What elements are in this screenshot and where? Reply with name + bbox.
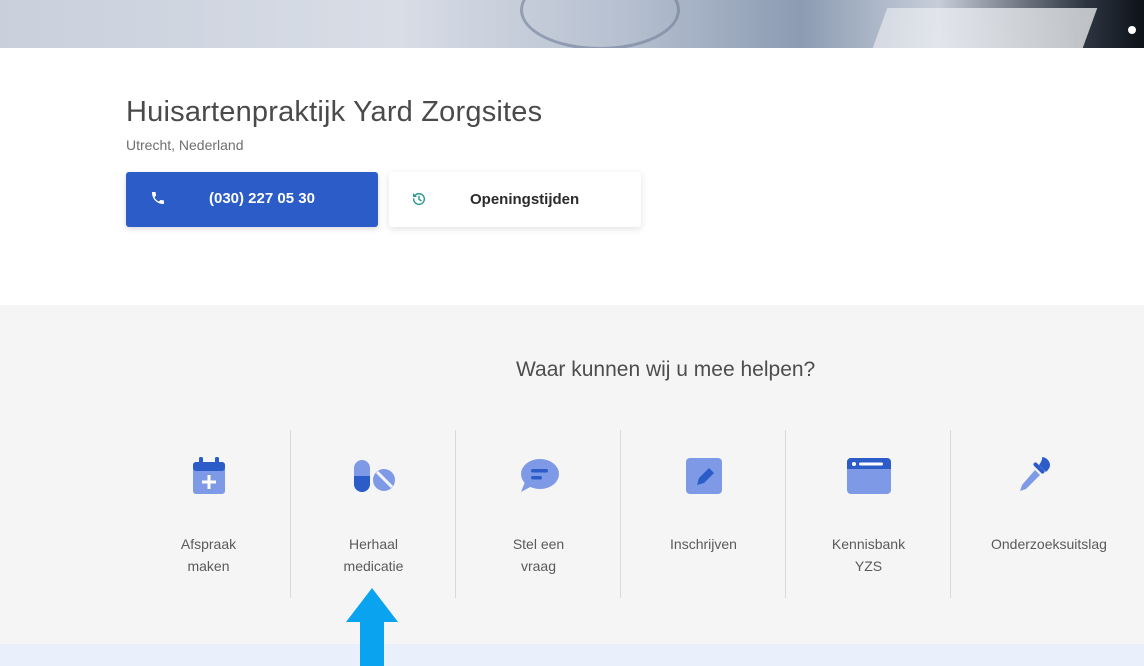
hero-banner <box>0 0 1144 48</box>
phone-number-label: (030) 227 05 30 <box>209 190 315 207</box>
bottom-strip <box>0 644 1144 666</box>
pencil-square-icon <box>685 458 722 494</box>
arrow-up-icon <box>346 588 398 666</box>
help-section: Waar kunnen wij u mee helpen? Afspraak m… <box>0 305 1144 644</box>
service-test-results[interactable]: Onderzoeksuitslag <box>951 430 1116 598</box>
service-ask-question[interactable]: Stel een vraag <box>456 430 621 598</box>
service-label: Herhaal medicatie <box>343 536 404 574</box>
help-heading: Waar kunnen wij u mee helpen? <box>516 358 816 381</box>
service-appointment[interactable]: Afspraak maken <box>126 430 291 598</box>
pills-icon <box>353 460 395 492</box>
history-clock-icon <box>412 192 426 206</box>
phone-button[interactable]: (030) 227 05 30 <box>126 172 378 227</box>
phone-icon <box>152 192 164 204</box>
service-register[interactable]: Inschrijven <box>621 430 786 598</box>
opening-hours-button[interactable]: Openingstijden <box>389 172 641 227</box>
service-label: Onderzoeksuitslag <box>991 536 1107 552</box>
service-label: Kennisbank YZS <box>831 536 906 574</box>
practice-header: Huisartenpraktijk Yard Zorgsites Utrecht… <box>126 96 826 153</box>
opening-hours-label: Openingstijden <box>470 191 580 208</box>
contact-buttons: (030) 227 05 30 Openingstijden <box>126 172 641 227</box>
card-icon <box>846 458 891 494</box>
service-knowledge-base[interactable]: Kennisbank YZS <box>786 430 951 598</box>
chat-bubble-icon <box>520 459 559 492</box>
calendar-plus-icon <box>192 457 225 494</box>
pipette-icon <box>1019 457 1050 491</box>
service-label: Afspraak maken <box>180 536 237 574</box>
service-label: Inschrijven <box>670 536 737 552</box>
practice-location: Utrecht, Nederland <box>126 137 244 153</box>
service-repeat-medication[interactable]: Herhaal medicatie <box>291 430 456 598</box>
service-label: Stel een vraag <box>512 536 565 574</box>
practice-title: Huisartenpraktijk Yard Zorgsites <box>126 96 543 128</box>
